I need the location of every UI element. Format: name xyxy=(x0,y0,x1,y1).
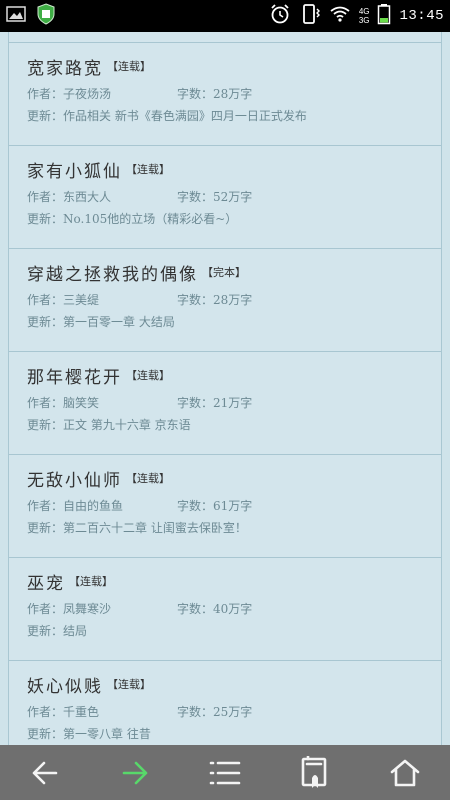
novel-author: 作者：脑笑笑 xyxy=(27,395,100,410)
novel-status: 【连载】 xyxy=(69,575,113,588)
vibrate-icon xyxy=(299,3,321,29)
list-item[interactable]: 穿越之拯救我的偶像 【完本】 作者：三美缇 字数：28万字 更新：第一百零一章 … xyxy=(9,249,441,352)
status-left xyxy=(0,3,56,29)
clock: 13:45 xyxy=(399,8,444,24)
home-icon xyxy=(390,759,420,786)
network-bottom: 3G xyxy=(358,16,370,25)
novel-word-count: 字数：52万字 xyxy=(177,189,253,204)
novel-update: 更新：No.105他的立场（精彩必看~） xyxy=(27,211,238,226)
novel-title: 宽家路宽 xyxy=(27,58,103,79)
wifi-icon xyxy=(329,5,351,27)
novel-status: 【连载】 xyxy=(126,163,170,176)
novel-author: 作者：三美缇 xyxy=(27,292,100,307)
list-item[interactable]: 巫宠 【连载】 作者：凤舞寒沙 字数：40万字 更新：结局 xyxy=(9,558,441,661)
novel-author: 作者：千重色 xyxy=(27,704,100,719)
novel-status: 【连载】 xyxy=(126,369,170,382)
novel-title: 巫宠 xyxy=(27,573,65,594)
back-arrow-icon xyxy=(32,761,58,784)
network-top: 4G xyxy=(358,7,370,16)
list-item[interactable]: 妖心似贱 【连载】 作者：千重色 字数：25万字 更新：第一零八章 往昔 xyxy=(9,661,441,745)
forward-button[interactable] xyxy=(105,748,165,798)
battery-icon xyxy=(377,3,391,29)
novel-status: 【完本】 xyxy=(202,266,246,279)
novel-title: 妖心似贱 xyxy=(27,676,103,697)
list-item[interactable]: 无敌小仙师 【连载】 作者：自由的鱼鱼 字数：61万字 更新：第二百六十二章 让… xyxy=(9,455,441,558)
novel-update: 更新：正文 第九十六章 京东语 xyxy=(27,417,191,432)
list-item[interactable]: 宽家路宽 【连载】 作者：子夜炀汤 字数：28万字 更新：作品相关 新书《春色满… xyxy=(9,43,441,146)
alarm-icon xyxy=(269,3,291,29)
status-bar: 4G 3G 13:45 xyxy=(0,0,450,32)
home-button[interactable] xyxy=(375,748,435,798)
menu-button[interactable] xyxy=(195,748,255,798)
novel-title: 那年樱花开 xyxy=(27,367,122,388)
novel-word-count: 字数：25万字 xyxy=(177,704,253,719)
novel-update: 更新：第一零八章 往昔 xyxy=(27,726,151,741)
back-button[interactable] xyxy=(15,748,75,798)
novel-author: 作者：凤舞寒沙 xyxy=(27,601,112,616)
list-item[interactable]: 家有小狐仙 【连载】 作者：东西大人 字数：52万字 更新：No.105他的立场… xyxy=(9,146,441,249)
image-icon xyxy=(6,6,26,26)
novel-title: 穿越之拯救我的偶像 xyxy=(27,264,198,285)
list-top-gap xyxy=(9,32,441,43)
novel-status: 【连载】 xyxy=(107,678,151,691)
status-right: 4G 3G 13:45 xyxy=(269,3,450,29)
bookmark-icon xyxy=(301,755,327,788)
novel-update: 更新：第二百六十二章 让闺蜜去保卧室！ xyxy=(27,520,247,535)
novel-word-count: 字数：40万字 xyxy=(177,601,253,616)
novel-title: 无敌小仙师 xyxy=(27,470,122,491)
novel-title: 家有小狐仙 xyxy=(27,161,122,182)
novel-word-count: 字数：21万字 xyxy=(177,395,253,410)
novel-update: 更新：结局 xyxy=(27,623,88,638)
novel-update: 更新：作品相关 新书《春色满园》四月一日正式发布 xyxy=(27,108,307,123)
bookmark-button[interactable] xyxy=(285,748,345,798)
novel-author: 作者：自由的鱼鱼 xyxy=(27,498,124,513)
shield-icon xyxy=(36,3,56,29)
novel-update: 更新：第一百零一章 大结局 xyxy=(27,314,175,329)
novel-word-count: 字数：28万字 xyxy=(177,292,253,307)
novel-list[interactable]: 宽家路宽 【连载】 作者：子夜炀汤 字数：28万字 更新：作品相关 新书《春色满… xyxy=(8,32,442,745)
network-indicator: 4G 3G xyxy=(359,7,370,25)
novel-author: 作者：子夜炀汤 xyxy=(27,86,112,101)
novel-status: 【连载】 xyxy=(126,472,170,485)
novel-author: 作者：东西大人 xyxy=(27,189,112,204)
novel-word-count: 字数：28万字 xyxy=(177,86,253,101)
novel-word-count: 字数：61万字 xyxy=(177,498,253,513)
list-item[interactable]: 那年樱花开 【连载】 作者：脑笑笑 字数：21万字 更新：正文 第九十六章 京东… xyxy=(9,352,441,455)
menu-icon xyxy=(209,761,241,784)
novel-status: 【连载】 xyxy=(107,60,151,73)
bottom-nav-bar xyxy=(0,745,450,800)
forward-arrow-icon xyxy=(122,761,148,784)
